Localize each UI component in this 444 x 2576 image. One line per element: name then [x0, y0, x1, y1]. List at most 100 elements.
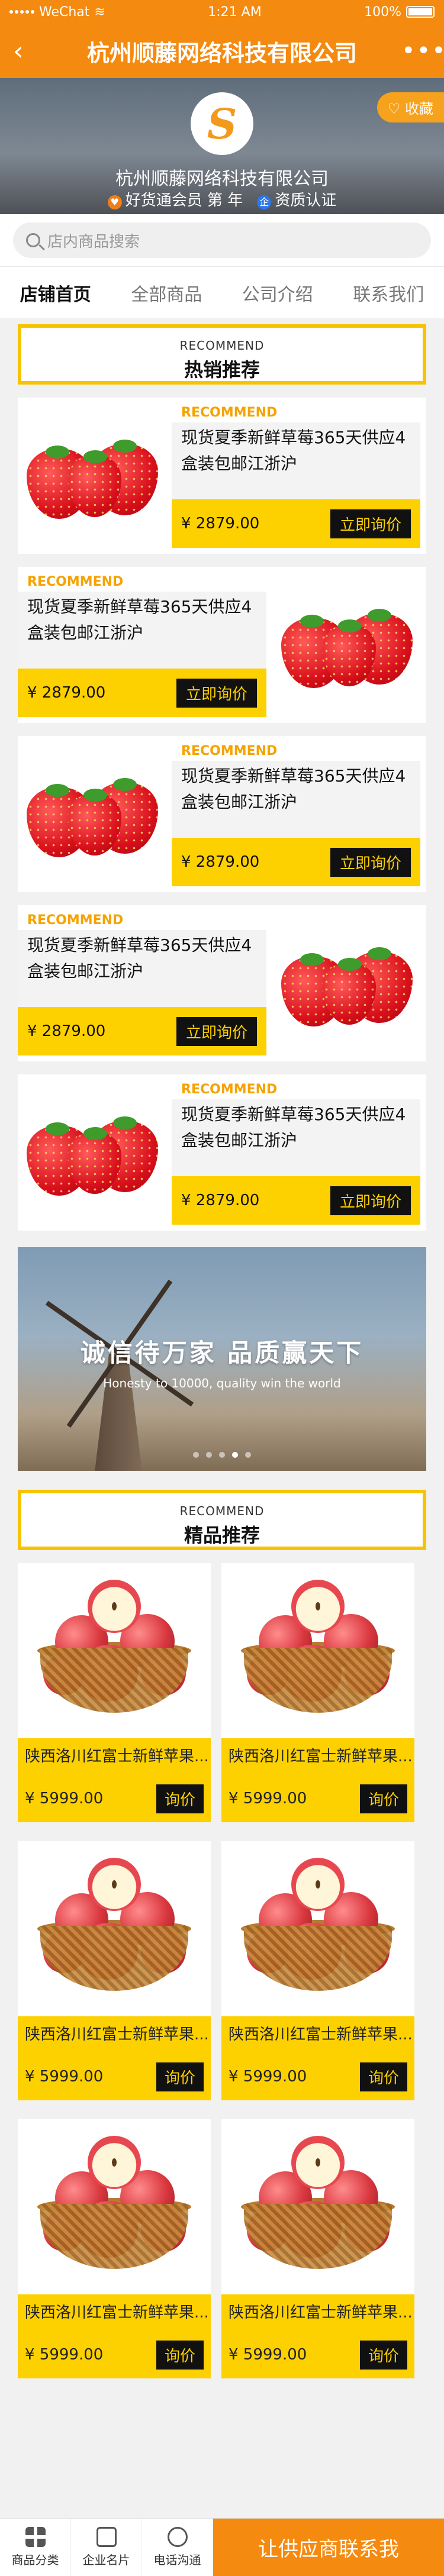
contact-supplier-button[interactable]: 让供应商联系我: [213, 2519, 444, 2576]
product-price-bar: ¥ 2879.00 立即询价: [172, 838, 420, 886]
section-header-hot: RECOMMEND 热销推荐: [18, 324, 426, 385]
product-title[interactable]: 陕西洛川红富士新鲜苹果...: [221, 1738, 414, 1775]
bottom-item-card[interactable]: 企业名片: [71, 2519, 142, 2576]
product-image[interactable]: [18, 1074, 172, 1231]
tab-home[interactable]: 店铺首页: [0, 280, 111, 306]
search-input[interactable]: 店内商品搜索: [13, 222, 431, 258]
promo-banner[interactable]: 诚信待万家 品质赢天下 Honesty to 10000, quality wi…: [18, 1247, 426, 1471]
apple-basket-image: [37, 2136, 191, 2278]
member-label: 好货通会员 第 年: [125, 192, 243, 209]
product-image[interactable]: [272, 567, 426, 723]
product-title[interactable]: 现货夏季新鲜草莓365天供应4盒装包邮江浙沪: [172, 1099, 420, 1176]
product-image[interactable]: [18, 1563, 211, 1738]
product-image[interactable]: [18, 736, 172, 892]
product-price-bar: ¥ 2879.00 立即询价: [172, 1176, 420, 1225]
cert-label: 资质认证: [275, 192, 337, 209]
member-badge: ♥ 好货通会员 第 年: [107, 188, 243, 210]
inquiry-button[interactable]: 询价: [156, 1784, 204, 1813]
inquiry-button[interactable]: 询价: [359, 2340, 407, 2370]
page-title: 杭州顺藤网络科技有限公司: [86, 40, 357, 66]
hot-product-card[interactable]: RECOMMEND 现货夏季新鲜草莓365天供应4盒装包邮江浙沪 ¥ 2879.00…: [18, 567, 426, 723]
product-price: ¥ 5999.00: [229, 1790, 307, 1807]
product-image[interactable]: [221, 1563, 414, 1738]
product-title[interactable]: 现货夏季新鲜草莓365天供应4盒装包邮江浙沪: [172, 761, 420, 838]
bottom-item-phone[interactable]: 电话沟通: [142, 2519, 213, 2576]
product-image[interactable]: [18, 2119, 211, 2294]
inquiry-button[interactable]: 立即询价: [176, 1016, 257, 1046]
banner-slogan: 诚信待万家 品质赢天下: [80, 1338, 364, 1367]
product-title[interactable]: 陕西洛川红富士新鲜苹果...: [221, 2294, 414, 2331]
cert-badge[interactable]: 企资质认证: [257, 188, 336, 210]
apple-basket-image: [241, 1858, 395, 2000]
banner-dot[interactable]: [219, 1452, 225, 1458]
more-icon[interactable]: •••: [401, 37, 444, 64]
quality-product-card[interactable]: 陕西洛川红富士新鲜苹果... ¥ 5999.00 询价: [221, 1841, 414, 2100]
back-icon[interactable]: ‹: [13, 36, 43, 66]
carrier-label: WeChat: [39, 4, 90, 20]
banner-dot[interactable]: [193, 1452, 199, 1458]
product-image[interactable]: [18, 398, 172, 554]
inquiry-button[interactable]: 询价: [359, 1784, 407, 1813]
hot-product-card[interactable]: RECOMMEND 现货夏季新鲜草莓365天供应4盒装包邮江浙沪 ¥ 2879.00…: [18, 905, 426, 1061]
product-price: ¥ 5999.00: [25, 1790, 104, 1807]
quality-product-card[interactable]: 陕西洛川红富士新鲜苹果... ¥ 5999.00 询价: [221, 2119, 414, 2378]
banner-subtitle: Honesty to 10000, quality win the world: [103, 1376, 341, 1390]
section-hot-en: RECOMMEND: [179, 338, 265, 353]
bottom-label-card: 企业名片: [82, 2553, 130, 2567]
product-price-bar: ¥ 5999.00 询价: [18, 2053, 211, 2100]
nav-bar: ‹ 杭州顺藤网络科技有限公司 •••: [0, 24, 444, 78]
tab-all-products[interactable]: 全部商品: [111, 280, 223, 306]
product-price-bar: ¥ 5999.00 询价: [221, 2053, 414, 2100]
inquiry-button[interactable]: 询价: [156, 2062, 204, 2091]
tab-company-intro[interactable]: 公司介绍: [222, 280, 333, 306]
product-title[interactable]: 现货夏季新鲜草莓365天供应4盒装包邮江浙沪: [18, 930, 266, 1007]
search-bar: 店内商品搜索: [0, 214, 444, 266]
product-price: ¥ 2879.00: [181, 1192, 260, 1209]
inquiry-button[interactable]: 询价: [156, 2340, 204, 2370]
product-tag: RECOMMEND: [172, 1080, 420, 1099]
product-price: ¥ 2879.00: [181, 853, 260, 871]
shop-logo-letter: S: [207, 99, 237, 149]
product-image[interactable]: [221, 2119, 414, 2294]
collect-button[interactable]: ♡ 收藏: [377, 92, 444, 122]
product-title[interactable]: 陕西洛川红富士新鲜苹果...: [18, 2016, 211, 2053]
product-image[interactable]: [272, 905, 426, 1061]
banner-dot[interactable]: [232, 1452, 238, 1458]
shop-badges: ♥ 好货通会员 第 年 企资质认证: [0, 188, 444, 210]
shop-logo: S: [191, 92, 253, 155]
product-title[interactable]: 现货夏季新鲜草莓365天供应4盒装包邮江浙沪: [18, 592, 266, 669]
inquiry-button[interactable]: 立即询价: [330, 847, 411, 877]
shop-header: S ♡ 收藏 杭州顺藤网络科技有限公司 ♥ 好货通会员 第 年 企资质认证: [0, 78, 444, 214]
hot-product-card[interactable]: RECOMMEND 现货夏季新鲜草莓365天供应4盒装包邮江浙沪 ¥ 2879.00…: [18, 398, 426, 554]
inquiry-button[interactable]: 立即询价: [330, 1186, 411, 1215]
product-title[interactable]: 现货夏季新鲜草莓365天供应4盒装包邮江浙沪: [172, 422, 420, 499]
inquiry-button[interactable]: 立即询价: [330, 509, 411, 538]
inquiry-button[interactable]: 询价: [359, 2062, 407, 2091]
banner-dot[interactable]: [245, 1452, 251, 1458]
product-title[interactable]: 陕西洛川红富士新鲜苹果...: [221, 2016, 414, 2053]
quality-product-card[interactable]: 陕西洛川红富士新鲜苹果... ¥ 5999.00 询价: [18, 1841, 211, 2100]
product-title[interactable]: 陕西洛川红富士新鲜苹果...: [18, 2294, 211, 2331]
quality-product-card[interactable]: 陕西洛川红富士新鲜苹果... ¥ 5999.00 询价: [18, 2119, 211, 2378]
banner-dots: [18, 1452, 426, 1458]
hot-product-card[interactable]: RECOMMEND 现货夏季新鲜草莓365天供应4盒装包邮江浙沪 ¥ 2879.00…: [18, 1074, 426, 1231]
tab-contact[interactable]: 联系我们: [333, 280, 444, 306]
phone-icon: [167, 2527, 188, 2547]
hot-product-card[interactable]: RECOMMEND 现货夏季新鲜草莓365天供应4盒装包邮江浙沪 ¥ 2879.00…: [18, 736, 426, 892]
product-price-bar: ¥ 2879.00 立即询价: [18, 669, 266, 717]
quality-product-card[interactable]: 陕西洛川红富士新鲜苹果... ¥ 5999.00 询价: [18, 1563, 211, 1822]
product-image[interactable]: [221, 1841, 414, 2016]
product-price: ¥ 5999.00: [229, 2346, 307, 2364]
product-tag: RECOMMEND: [18, 573, 266, 592]
product-tag: RECOMMEND: [172, 742, 420, 761]
quality-product-card[interactable]: 陕西洛川红富士新鲜苹果... ¥ 5999.00 询价: [221, 1563, 414, 1822]
bottom-item-category[interactable]: 商品分类: [0, 2519, 71, 2576]
banner-dot[interactable]: [206, 1452, 212, 1458]
product-image[interactable]: [18, 1841, 211, 2016]
product-price: ¥ 2879.00: [27, 1022, 106, 1040]
inquiry-button[interactable]: 立即询价: [176, 678, 257, 708]
product-title[interactable]: 陕西洛川红富士新鲜苹果...: [18, 1738, 211, 1775]
wifi-icon: ≋: [94, 4, 105, 20]
strawberry-image: [281, 601, 417, 689]
product-info: RECOMMEND 现货夏季新鲜草莓365天供应4盒装包邮江浙沪 ¥ 2879.00…: [18, 573, 266, 717]
